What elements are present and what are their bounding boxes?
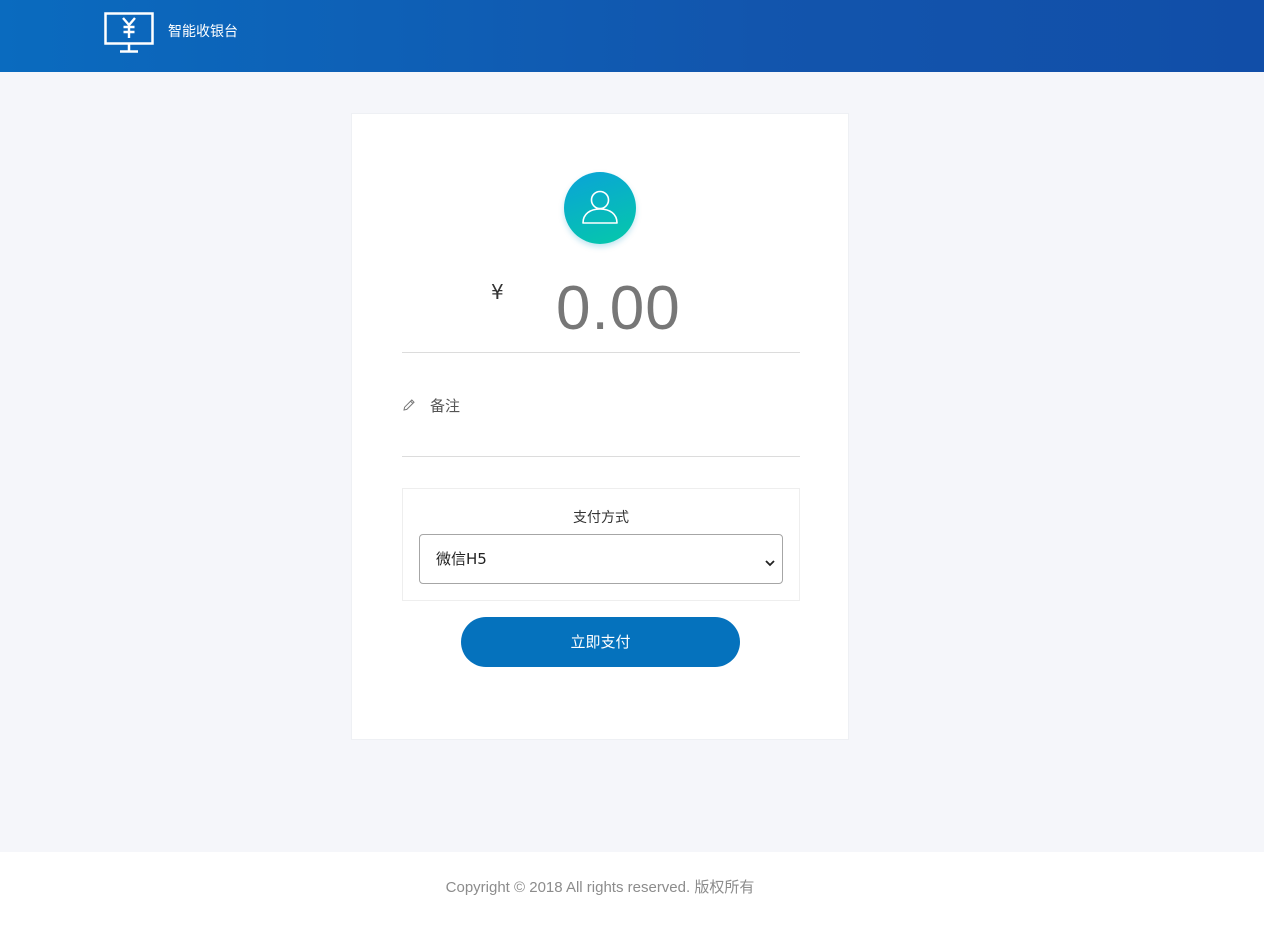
payment-card: ¥ 0.00 备注 支付方式 微信H5 立即支付 — [351, 113, 849, 740]
payment-method-panel: 支付方式 微信H5 — [402, 488, 800, 601]
top-header-bar: 智能收银台 — [0, 0, 1264, 72]
merchant-avatar — [564, 172, 636, 244]
copyright-text: Copyright © 2018 All rights reserved. 版权… — [445, 879, 755, 896]
brand-title: 智能收银台 — [168, 24, 238, 40]
amount-value[interactable]: 0.00 — [556, 272, 681, 346]
pay-now-button[interactable]: 立即支付 — [461, 617, 740, 667]
cashier-monitor-icon — [104, 12, 154, 54]
payment-method-select[interactable]: 微信H5 — [419, 534, 783, 584]
payment-method-title: 支付方式 — [573, 510, 629, 526]
page-footer: Copyright © 2018 All rights reserved. 版权… — [0, 852, 1264, 940]
amount-input[interactable]: ¥ 0.00 — [402, 264, 800, 353]
payment-method-selected: 微信H5 — [436, 550, 487, 568]
pencil-icon — [402, 397, 416, 411]
currency-symbol: ¥ — [491, 280, 504, 304]
chevron-down-icon — [764, 554, 776, 567]
remark-label: 备注 — [430, 397, 461, 415]
remark-field[interactable]: 备注 — [402, 394, 800, 457]
